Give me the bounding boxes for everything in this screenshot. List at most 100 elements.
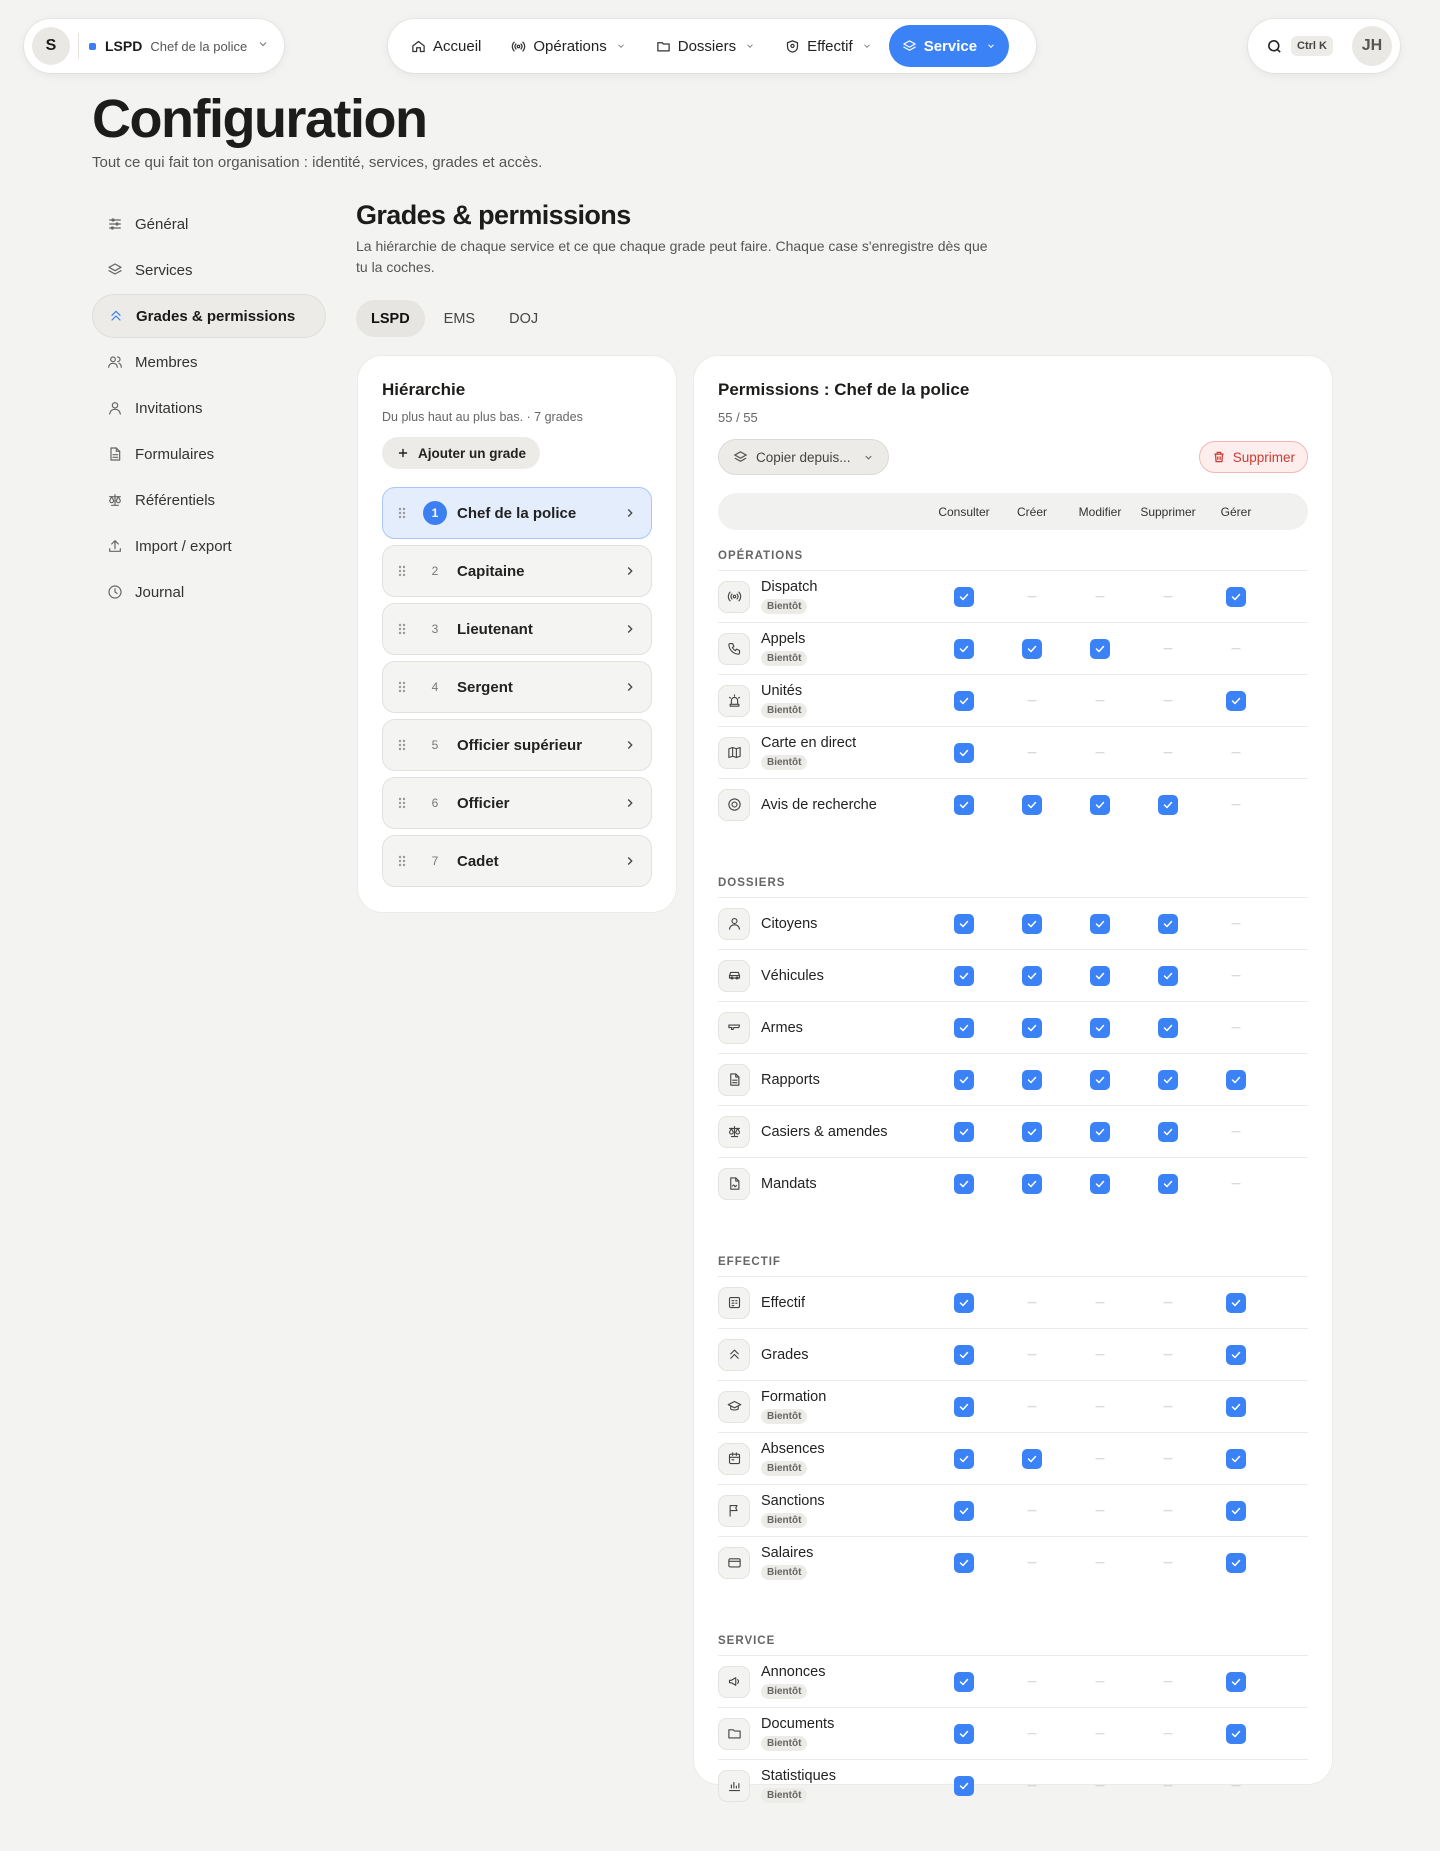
permission-unavailable (1095, 1457, 1105, 1460)
drag-handle-icon[interactable] (397, 854, 411, 868)
permission-checkbox-checked[interactable] (1022, 965, 1042, 986)
drag-handle-icon[interactable] (397, 738, 411, 752)
chevron-down-icon (616, 41, 626, 51)
permission-checkbox-checked[interactable] (954, 1121, 974, 1142)
permission-checkbox-checked[interactable] (1090, 965, 1110, 986)
permission-checkbox-checked[interactable] (954, 1069, 974, 1090)
sidebar-item-re-fe-rentiels[interactable]: Référentiels (92, 478, 326, 522)
permission-checkbox-checked[interactable] (1226, 586, 1246, 607)
grade-item[interactable]: 2 Capitaine (382, 545, 652, 597)
permission-checkbox-checked[interactable] (1226, 1069, 1246, 1090)
grade-item[interactable]: 7 Cadet (382, 835, 652, 887)
copy-from-dropdown[interactable]: Copier depuis... (718, 439, 889, 475)
permission-checkbox-checked[interactable] (954, 1344, 974, 1365)
permission-checkbox-checked[interactable] (1226, 1723, 1246, 1744)
grade-item[interactable]: 1 Chef de la police (382, 487, 652, 539)
permission-checkbox-checked[interactable] (1090, 794, 1110, 815)
sidebar-item-import-export[interactable]: Import / export (92, 524, 326, 568)
permission-checkbox-checked[interactable] (1090, 913, 1110, 934)
permission-checkbox-checked[interactable] (1022, 1448, 1042, 1469)
permission-checkbox-checked[interactable] (1226, 690, 1246, 711)
permission-checkbox-checked[interactable] (1226, 1448, 1246, 1469)
permission-checkbox-checked[interactable] (1226, 1552, 1246, 1573)
permission-checkbox-checked[interactable] (954, 742, 974, 763)
organization-switcher[interactable]: S LSPD Chef de la police (24, 19, 284, 73)
grade-item[interactable]: 4 Sergent (382, 661, 652, 713)
permission-checkbox-checked[interactable] (954, 1292, 974, 1313)
permission-checkbox-checked[interactable] (1090, 1121, 1110, 1142)
drag-handle-icon[interactable] (397, 564, 411, 578)
permission-checkbox-checked[interactable] (1090, 1173, 1110, 1194)
permission-checkbox-checked[interactable] (954, 690, 974, 711)
permission-checkbox-checked[interactable] (1158, 794, 1178, 815)
permission-checkbox-checked[interactable] (1226, 1671, 1246, 1692)
sidebar-item-journal[interactable]: Journal (92, 570, 326, 614)
permission-checkbox-checked[interactable] (1022, 1069, 1042, 1090)
permission-checkbox-checked[interactable] (1158, 1173, 1178, 1194)
permission-checkbox-checked[interactable] (954, 1775, 974, 1796)
permission-checkbox-checked[interactable] (954, 1396, 974, 1417)
permission-checkbox-checked[interactable] (954, 586, 974, 607)
permission-checkbox-checked[interactable] (954, 1448, 974, 1469)
permission-checkbox-checked[interactable] (954, 794, 974, 815)
nav-oprations[interactable]: Opérations (498, 25, 638, 67)
grade-item[interactable]: 5 Officier supérieur (382, 719, 652, 771)
permission-checkbox-checked[interactable] (1022, 913, 1042, 934)
permission-checkbox-checked[interactable] (954, 1173, 974, 1194)
sidebar-item-membres[interactable]: Membres (92, 340, 326, 384)
drag-handle-icon[interactable] (397, 796, 411, 810)
tab-lspd[interactable]: LSPD (356, 300, 425, 337)
permission-checkbox-checked[interactable] (954, 965, 974, 986)
user-avatar[interactable]: JH (1352, 26, 1392, 66)
permission-checkbox-checked[interactable] (1022, 794, 1042, 815)
search-icon[interactable] (1266, 38, 1283, 55)
search-shortcut-hint[interactable]: Ctrl K (1291, 36, 1333, 56)
permission-unavailable (1095, 1732, 1105, 1735)
dash-icon (1163, 1784, 1173, 1787)
grade-item[interactable]: 3 Lieutenant (382, 603, 652, 655)
permission-checkbox-checked[interactable] (1090, 1017, 1110, 1038)
nav-accueil[interactable]: Accueil (398, 25, 494, 67)
permission-checkbox-checked[interactable] (1022, 638, 1042, 659)
permission-group: OPÉRATIONS Dispatch Bientôt Appels Bientôt Un… (718, 542, 1308, 830)
permission-checkbox-checked[interactable] (1090, 1069, 1110, 1090)
permission-checkbox-checked[interactable] (1158, 1121, 1178, 1142)
permission-checkbox-checked[interactable] (954, 1671, 974, 1692)
drag-handle-icon[interactable] (397, 622, 411, 636)
permission-checkbox-checked[interactable] (1022, 1121, 1042, 1142)
nav-service[interactable]: Service (888, 25, 1010, 67)
permission-checkbox-checked[interactable] (1022, 1173, 1042, 1194)
column-header: Consulter (938, 505, 990, 519)
grade-item[interactable]: 6 Officier (382, 777, 652, 829)
permission-checkbox-checked[interactable] (954, 1017, 974, 1038)
permission-checkbox-checked[interactable] (954, 1552, 974, 1573)
hierarchy-card: Hiérarchie Du plus haut au plus bas. · 7… (358, 356, 676, 912)
tab-doj[interactable]: DOJ (494, 300, 553, 337)
drag-handle-icon[interactable] (397, 506, 411, 520)
add-grade-button[interactable]: Ajouter un grade (382, 437, 541, 469)
tab-ems[interactable]: EMS (429, 300, 490, 337)
permission-checkbox-checked[interactable] (954, 1723, 974, 1744)
permission-checkbox-checked[interactable] (1158, 1017, 1178, 1038)
permission-checkbox-checked[interactable] (1158, 913, 1178, 934)
permission-checkbox-checked[interactable] (954, 638, 974, 659)
sidebar-item-grades-permissions[interactable]: Grades & permissions (92, 294, 326, 338)
permission-checkbox-checked[interactable] (1226, 1396, 1246, 1417)
permission-checkbox-checked[interactable] (1090, 638, 1110, 659)
sidebar-item-ge-ne-ral[interactable]: Général (92, 202, 326, 246)
permission-checkbox-checked[interactable] (1226, 1344, 1246, 1365)
permission-checkbox-checked[interactable] (1226, 1292, 1246, 1313)
sidebar-item-formulaires[interactable]: Formulaires (92, 432, 326, 476)
sidebar-item-invitations[interactable]: Invitations (92, 386, 326, 430)
permission-checkbox-checked[interactable] (1022, 1017, 1042, 1038)
nav-effectif[interactable]: Effectif (772, 25, 885, 67)
drag-handle-icon[interactable] (397, 680, 411, 694)
sidebar-item-services[interactable]: Services (92, 248, 326, 292)
permission-checkbox-checked[interactable] (954, 1500, 974, 1521)
permission-checkbox-checked[interactable] (1158, 965, 1178, 986)
permission-checkbox-checked[interactable] (954, 913, 974, 934)
nav-dossiers[interactable]: Dossiers (643, 25, 768, 67)
permission-checkbox-checked[interactable] (1158, 1069, 1178, 1090)
permission-checkbox-checked[interactable] (1226, 1500, 1246, 1521)
delete-grade-button[interactable]: Supprimer (1198, 441, 1308, 473)
